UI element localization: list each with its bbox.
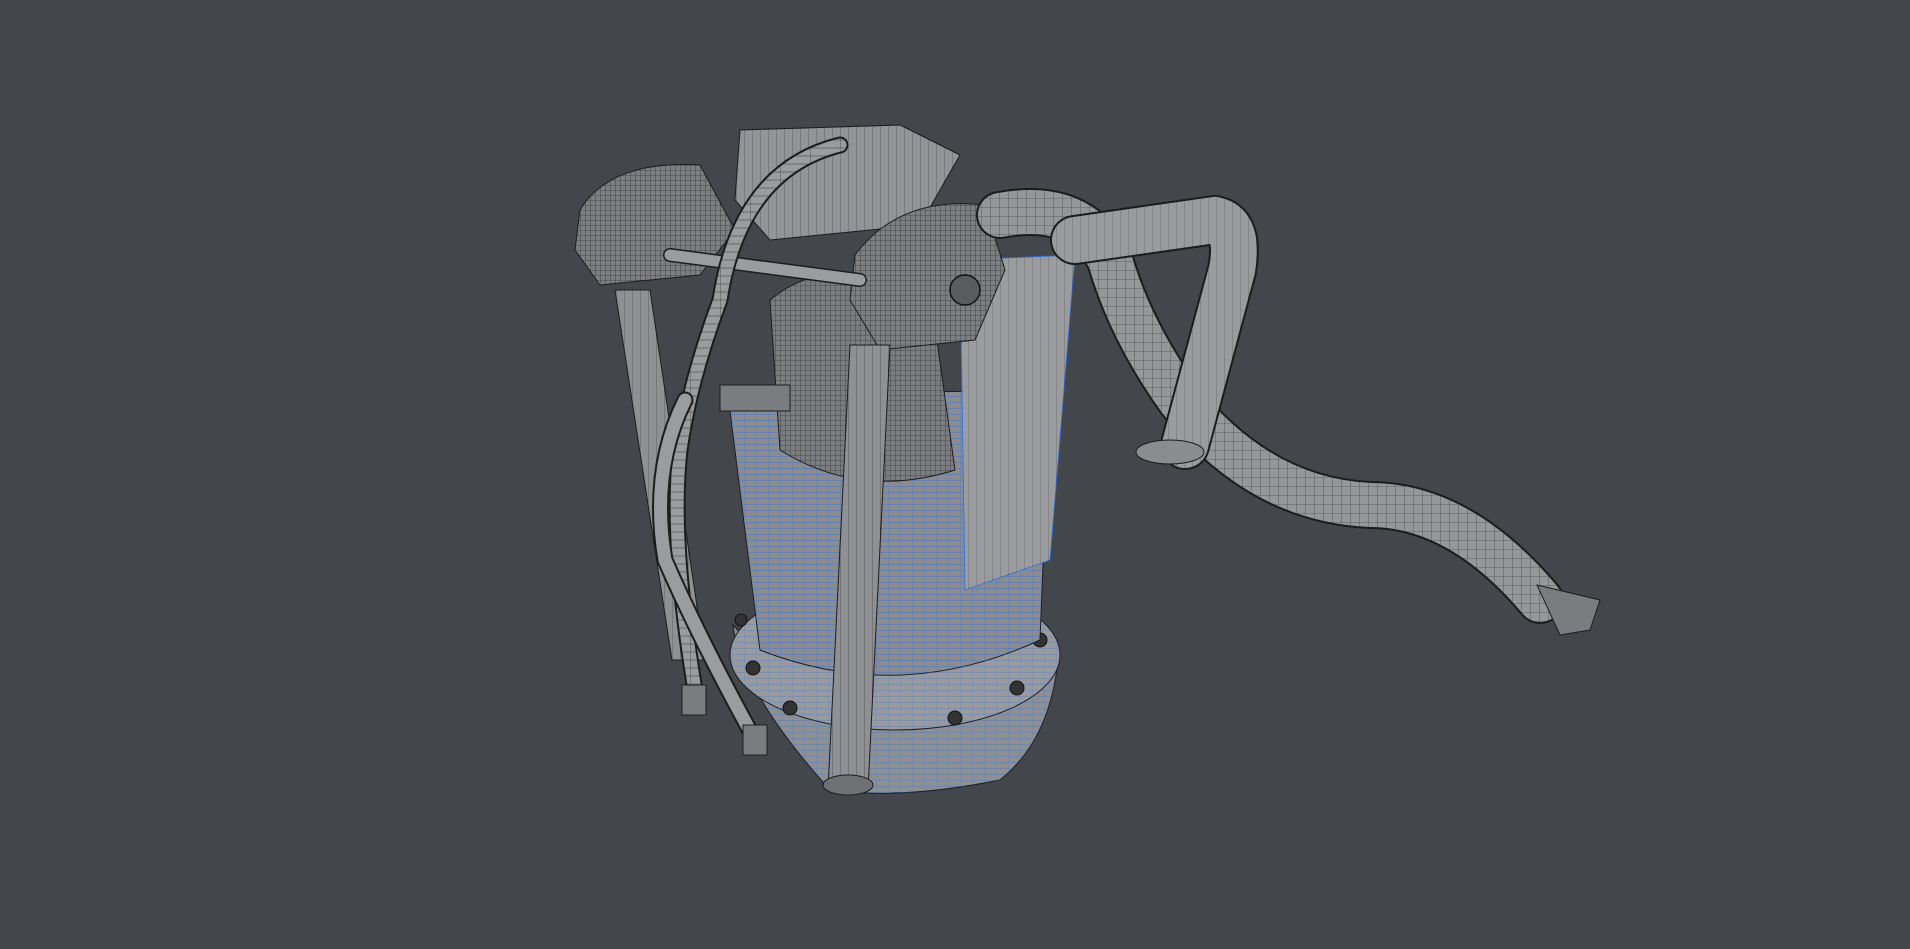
exhaust-pipe[interactable] <box>976 188 1601 636</box>
side-fitting[interactable] <box>719 384 791 412</box>
model-render[interactable] <box>0 0 1910 949</box>
3d-viewport[interactable] <box>0 0 1910 949</box>
